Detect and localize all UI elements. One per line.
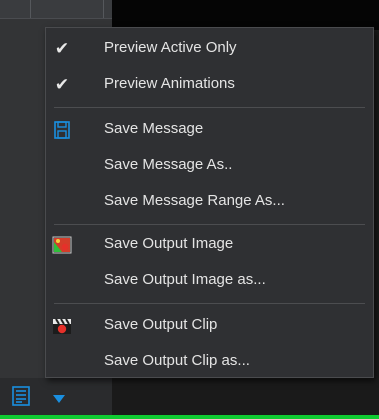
triangle-down-icon[interactable] xyxy=(52,390,66,403)
clapperboard-icon xyxy=(52,317,72,335)
document-list-icon[interactable] xyxy=(12,386,30,406)
menu-item-label: Save Output Image as... xyxy=(104,271,266,288)
check-icon: ✔ xyxy=(54,75,70,95)
app-window: ✔ Preview Active Only ✔ Preview Animatio… xyxy=(0,0,379,419)
floppy-disk-icon xyxy=(52,121,72,139)
bottom-toolbar xyxy=(0,378,112,415)
menu-item-save-output-clip[interactable]: Save Output Clip xyxy=(46,309,373,343)
menu-item-label: Save Output Clip xyxy=(104,316,218,333)
menu-item-preview-animations[interactable]: ✔ Preview Animations xyxy=(46,68,373,102)
left-panel-header xyxy=(0,0,112,19)
menu-item-label: Save Output Image xyxy=(104,235,234,252)
menu-item-label: Save Message As.. xyxy=(104,156,233,173)
preview-area xyxy=(112,0,379,30)
menu-item-save-output-image-as[interactable]: Save Output Image as... xyxy=(46,264,373,298)
header-segment xyxy=(31,0,104,18)
status-bar xyxy=(0,415,379,419)
menu-item-preview-active-only[interactable]: ✔ Preview Active Only xyxy=(46,32,373,66)
menu-item-save-message-range-as[interactable]: Save Message Range As... xyxy=(46,185,373,219)
menu-separator xyxy=(54,224,365,225)
menu-item-save-message[interactable]: Save Message xyxy=(46,113,373,147)
check-icon: ✔ xyxy=(54,39,70,59)
menu-item-label: Save Output Clip as... xyxy=(104,352,250,369)
menu-item-label: Preview Active Only xyxy=(104,39,237,56)
menu-item-label: Save Message Range As... xyxy=(104,192,285,209)
context-menu: ✔ Preview Active Only ✔ Preview Animatio… xyxy=(45,27,374,378)
menu-item-label: Preview Animations xyxy=(104,75,235,92)
menu-separator xyxy=(54,107,365,108)
menu-item-save-output-image[interactable]: Save Output Image xyxy=(46,228,373,262)
menu-item-save-output-clip-as[interactable]: Save Output Clip as... xyxy=(46,345,373,379)
menu-item-save-message-as[interactable]: Save Message As.. xyxy=(46,149,373,183)
image-icon xyxy=(52,236,72,254)
menu-item-label: Save Message xyxy=(104,120,204,137)
header-segment xyxy=(0,0,31,18)
menu-separator xyxy=(54,303,365,304)
